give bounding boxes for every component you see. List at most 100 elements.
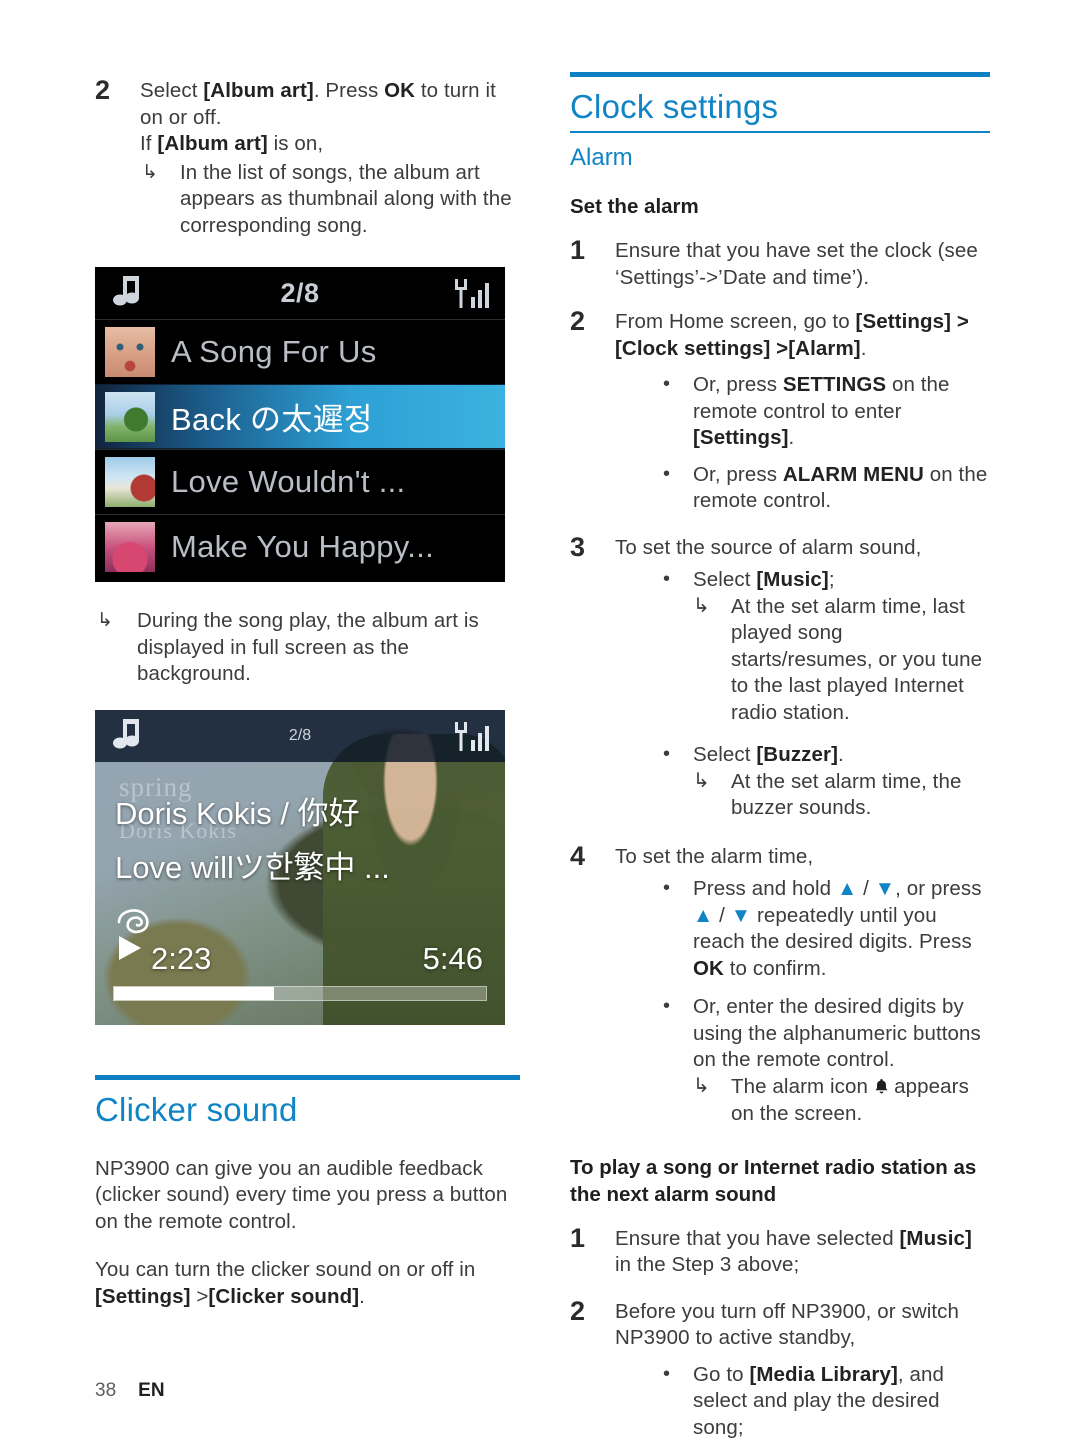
text-fragment: Select (140, 79, 204, 102)
arrow-icon: ↳ (693, 594, 710, 617)
key-name: SETTINGS (782, 373, 887, 396)
list-item: • Select [Music]; ↳ At the set alarm tim… (615, 567, 990, 726)
arrow-icon: ↳ (142, 161, 159, 183)
text-fragment: / (857, 877, 875, 900)
procedure-heading: Set the alarm (570, 195, 699, 218)
subsection-heading: Alarm (570, 144, 633, 171)
album-art-thumbnail (105, 457, 155, 507)
arrow-icon: ↳ (693, 1074, 710, 1097)
key-name: ALARM MENU (782, 462, 924, 486)
progress-bar[interactable] (113, 985, 487, 1001)
result-note-text: During the song play, the album art is d… (137, 609, 479, 685)
text-fragment: ; (828, 568, 835, 591)
bullet-icon: • (663, 568, 671, 590)
text-fragment: Press and hold (693, 877, 837, 900)
left-column: 2 Select [Album art]. Press OK to turn i… (95, 75, 520, 1310)
ui-token: [Clock settings] (615, 336, 771, 360)
result-note-text: In the list of songs, the album art appe… (180, 160, 512, 237)
ui-token: [Album art] (157, 132, 268, 155)
text-fragment: > (190, 1284, 209, 1308)
ui-token: [Media Library] (749, 1362, 898, 1386)
down-arrow-icon: ▼ (730, 903, 752, 927)
step-body: Before you turn off NP3900, or switch NP… (615, 1299, 990, 1440)
music-note-icon (113, 276, 143, 313)
arrow-icon: ↳ (97, 610, 114, 631)
list-item[interactable]: Back の太遲정 (95, 384, 505, 449)
list-item[interactable]: Love Wouldn't ... (95, 449, 505, 514)
step-body: To set the source of alarm sound, • Sele… (615, 535, 990, 822)
song-title: Love Wouldn't ... (171, 464, 406, 499)
clicker-paragraph-2: You can turn the clicker sound on or off… (95, 1257, 520, 1310)
text-fragment: is on, (267, 132, 324, 155)
song-title: Back の太遲정 (171, 402, 373, 437)
text-fragment: > (770, 336, 789, 360)
track-index: 2/8 (288, 726, 312, 744)
music-note-icon (113, 718, 143, 756)
signal-strength-icon (455, 721, 489, 757)
page-title: Clock settings (570, 88, 779, 125)
text-fragment: Or, press (693, 462, 783, 486)
result-note: ↳ At the set alarm time, the buzzer soun… (693, 769, 990, 822)
text-fragment: Select (693, 743, 757, 766)
text-fragment: , or press (895, 877, 982, 900)
ui-token: [Settings] (693, 426, 789, 449)
step-body: To set the alarm time, • Press and hold … (615, 844, 990, 1128)
list-item[interactable]: A Song For Us (95, 319, 505, 384)
bullet-icon: • (663, 373, 671, 395)
step-number: 2 (570, 306, 586, 336)
song-title: A Song For Us (171, 334, 377, 369)
album-art-thumbnail (105, 327, 155, 377)
step-text: To set the source of alarm sound, (615, 535, 922, 559)
ui-token: [Alarm] (788, 336, 861, 360)
alarm-bell-icon (874, 1077, 894, 1098)
language-code: EN (138, 1380, 165, 1401)
up-arrow-icon: ▲ (693, 903, 714, 927)
result-note-text: At the set alarm time, the buzzer sounds… (731, 769, 962, 820)
next-alarm-step-2: 2 Before you turn off NP3900, or switch … (570, 1295, 990, 1440)
text-fragment: You can turn the clicker sound on or off… (95, 1258, 476, 1281)
text-fragment: . Press (313, 79, 385, 102)
step-number: 4 (570, 840, 586, 871)
ui-token: [Buzzer] (756, 743, 839, 766)
device-status-bar: 2/8 (95, 267, 505, 319)
elapsed-time: 2:23 (151, 940, 212, 976)
procedure-heading-2: To play a song or Internet radio station… (570, 1154, 990, 1208)
list-item: • Or, press ALARM MENU on the remote con… (615, 462, 990, 515)
right-column: Clock settings Alarm Set the alarm 1 Ens… (570, 72, 990, 1440)
result-note: ↳ At the set alarm time, last played son… (693, 594, 990, 727)
device-screenshot-now-playing: 2/8 spring Doris Kokis Doris Kokis / 你好 … (95, 709, 505, 1025)
device-status-bar: 2/8 (95, 709, 505, 762)
list-item: • Select [Buzzer]. ↳ At the set alarm ti… (615, 742, 990, 822)
album-art-thumbnail (105, 522, 155, 572)
text-fragment: in the Step 3 above; (615, 1253, 800, 1276)
bullet-icon: • (663, 995, 671, 1017)
section-heading: Clicker sound (95, 1090, 298, 1128)
up-arrow-icon: ▲ (836, 877, 858, 900)
song-title: Make You Happy... (171, 529, 435, 564)
now-playing-subtitle: Love willツ한繁中 ... (115, 849, 390, 885)
step-body: Ensure that you have set the clock (see … (615, 239, 978, 289)
song-list: A Song For Us Back の太遲정 Love Wouldn't ..… (95, 319, 505, 579)
list-item: • Press and hold ▲ / ▼, or press ▲ / ▼ r… (615, 876, 990, 982)
text-fragment: to confirm. (723, 956, 827, 980)
step-number: 1 (570, 1222, 586, 1253)
signal-strength-icon (455, 279, 489, 314)
bullet-icon: • (663, 743, 671, 765)
ui-token: [Music] (756, 568, 829, 591)
bullet-icon: • (663, 877, 671, 899)
alarm-step-4: 4 To set the alarm time, • Press and hol… (570, 840, 990, 1128)
step-number: 3 (570, 531, 586, 562)
text-fragment: / (713, 903, 731, 927)
list-item: • Or, enter the desired digits by using … (615, 994, 990, 1128)
step-number: 2 (570, 1295, 586, 1326)
step-text: To set the alarm time, (615, 844, 814, 868)
ui-token: [Settings] (855, 310, 952, 333)
result-note-text: At the set alarm time, last played song … (731, 594, 983, 724)
list-item: • Go to [Media Library], and select and … (615, 1362, 990, 1440)
text-fragment: Select (693, 568, 757, 591)
text-fragment: Ensure that you have selected (615, 1226, 900, 1250)
next-alarm-step-1: 1 Ensure that you have selected [Music] … (570, 1222, 990, 1279)
text-fragment: Go to (693, 1362, 750, 1386)
list-item[interactable]: Make You Happy... (95, 514, 505, 579)
text-fragment: . (860, 336, 867, 360)
